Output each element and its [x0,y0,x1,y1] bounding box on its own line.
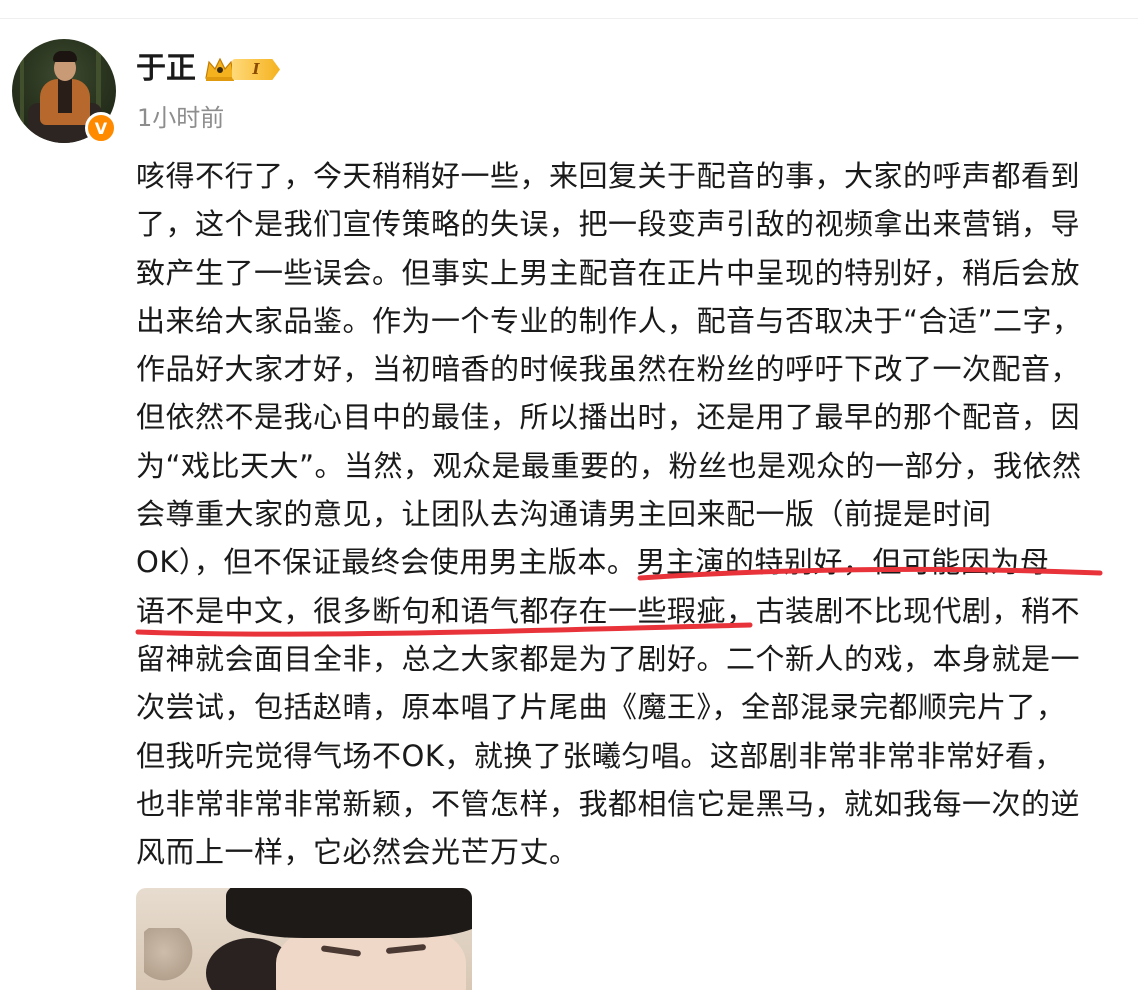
body-line: OK），但不保证最终会使用男主版本。男主演的特别好，但可能因为母 [136,545,1050,580]
body-line: 为“戏比天大”。当然，观众是最重要的，粉丝也是观众的一部分，我依然 [136,448,1082,483]
body-line: 风而上一样，它必然会光芒万丈。 [136,835,579,870]
crown-icon [205,57,235,81]
vip-level-label: I [232,59,280,80]
body-line: 但依然不是我心目中的最佳，所以播出时，还是用了最早的那个配音，因 [136,400,1081,435]
verified-badge-icon: V [85,112,117,144]
post-image-thumbnail[interactable] [136,888,472,990]
body-line: 语不是中文，很多断句和语气都存在一些瑕疵，古装剧不比现代剧，稍不 [136,593,1081,628]
body-line: 作品好大家才好，当初暗香的时候我虽然在粉丝的呼吁下改了一次配音， [136,352,1081,387]
body-line: 也非常非常非常新颖，不管怎样，我都相信它是黑马，就如我每一次的逆 [136,786,1081,821]
body-line: 次尝试，包括赵晴，原本唱了片尾曲《魔王》，全部混录完都顺完片了， [136,690,1066,725]
body-line: 咳得不行了，今天稍稍好一些，来回复关于配音的事，大家的呼声都看到 [136,159,1081,193]
body-line: 留神就会面目全非，总之大家都是为了剧好。二个新人的戏，本身就是一 [136,641,1081,676]
vip-badge[interactable]: I [204,54,282,84]
weibo-post: V 于正 I 1小时前 咳得不行了，今天稍稍好一些，来回复关于配音的事，大家的呼… [0,0,1138,990]
body-line: 了，这个是我们宣传策略的失误，把一段变声引敌的视频拿出来营销，导 [136,207,1081,242]
body-line: 出来给大家品鉴。作为一个专业的制作人，配音与否取决于“合适”二字， [136,303,1082,338]
body-line: 会尊重大家的意见，让团队去沟通请男主回来配一版（前提是时间 [136,497,992,532]
author-name[interactable]: 于正 [136,48,196,90]
post-body-text: 咳得不行了，今天稍稍好一些，来回复关于配音的事，大家的呼声都看到 了，这个是我们… [136,152,1116,876]
body-line: 但我听完觉得气场不OK，就换了张曦匀唱。这部剧非常非常非常好看， [136,738,1064,773]
post-timestamp[interactable]: 1小时前 [137,101,224,135]
body-line: 致产生了一些误会。但事实上男主配音在正片中呈现的特别好，稍后会放 [136,255,1081,290]
